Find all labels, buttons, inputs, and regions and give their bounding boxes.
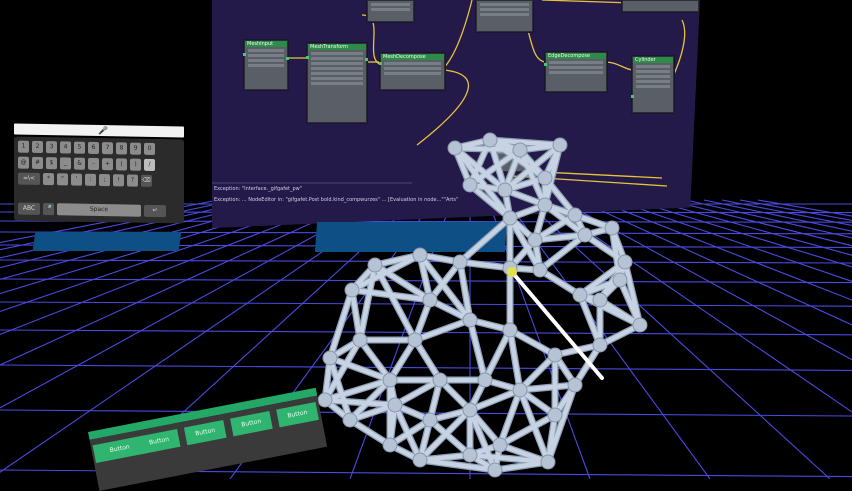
mesh-vertex (482, 132, 498, 148)
mesh-vertex (537, 197, 553, 213)
mesh-vertex (512, 382, 528, 398)
mesh-vertex (432, 372, 448, 388)
mesh-vertex (567, 207, 583, 223)
mesh-vertex (487, 462, 503, 478)
mesh-vertex (382, 372, 398, 388)
mesh-vertex (322, 350, 338, 366)
mesh-vertex (342, 412, 358, 428)
mesh-vertex (612, 272, 628, 288)
mesh-edge (467, 317, 488, 383)
mesh-vertex (540, 454, 556, 470)
bunny-wireframe-mesh[interactable] (0, 0, 852, 479)
mesh-edge (482, 327, 513, 383)
laser-hit-point (507, 267, 517, 277)
mesh-vertex (317, 392, 333, 408)
mesh-vertex (412, 247, 428, 263)
mesh-vertex (422, 292, 438, 308)
mesh-vertex (447, 140, 463, 156)
mesh-vertex (462, 177, 478, 193)
mesh-vertex (527, 232, 543, 248)
mesh-vertex (552, 137, 568, 153)
mesh-vertex (462, 447, 478, 463)
mesh-vertex (532, 262, 548, 278)
mesh-vertex (592, 292, 608, 308)
button-2[interactable]: Button (137, 428, 181, 455)
mesh-vertex (462, 312, 478, 328)
button-3[interactable]: Button (183, 419, 227, 446)
mesh-vertex (382, 437, 398, 453)
mesh-vertex (592, 337, 608, 353)
mesh-vertex (412, 452, 428, 468)
mesh-vertex (617, 254, 633, 270)
mesh-vertex (422, 412, 438, 428)
mesh-edge (457, 259, 513, 271)
mesh-vertex (462, 402, 478, 418)
mesh-vertex (604, 220, 620, 236)
mesh-vertex (502, 210, 518, 226)
mesh-vertex (497, 182, 513, 198)
mesh-vertex (572, 287, 588, 303)
mesh-vertex (547, 347, 563, 363)
mesh-vertex (477, 372, 493, 388)
mesh-vertex (567, 377, 583, 393)
mesh-vertex (367, 257, 383, 273)
mesh-vertex (352, 332, 368, 348)
mesh-vertex (492, 437, 508, 453)
mesh-vertex (452, 254, 468, 270)
mesh-vertex (512, 142, 528, 158)
mesh-vertex (537, 170, 553, 186)
mesh-vertex (407, 332, 423, 348)
mesh-vertex (502, 322, 518, 338)
mesh-vertex (387, 397, 403, 413)
mesh-vertex (344, 282, 360, 298)
button-4[interactable]: Button (230, 411, 273, 437)
button-5[interactable]: Button (276, 402, 319, 428)
mesh-edge (457, 215, 513, 265)
mesh-vertex (547, 407, 563, 423)
mesh-vertex (577, 227, 593, 243)
mesh-vertex (632, 317, 648, 333)
